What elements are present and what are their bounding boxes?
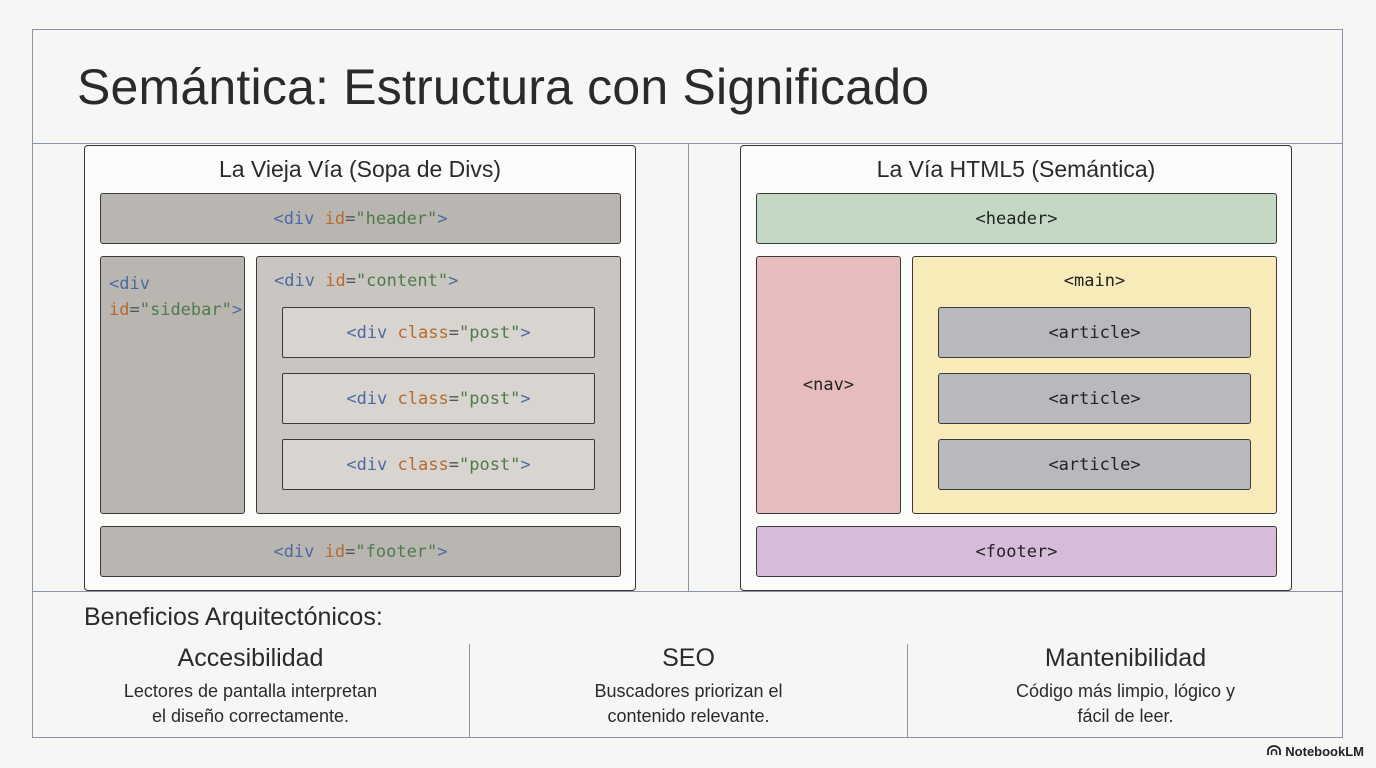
benefit-accessibility: Accesibilidad Lectores de pantalla inter… xyxy=(32,644,469,729)
new-footer-box: <footer> xyxy=(756,526,1277,577)
new-main-box: <main> <article> <article> <article> xyxy=(912,256,1277,514)
benefit-seo: SEO Buscadores priorizan el contenido rel… xyxy=(470,644,907,729)
brand-label: NotebookLM xyxy=(1285,744,1364,759)
old-post-box: <div class="post"> xyxy=(282,439,595,490)
old-way-title: La Vieja Vía (Sopa de Divs) xyxy=(218,156,502,182)
benefit-title: Mantenibilidad xyxy=(1044,644,1207,672)
new-way-title: La Vía HTML5 (Semántica) xyxy=(876,156,1156,182)
new-article-box: <article> xyxy=(938,439,1251,490)
new-nav-box: <nav> xyxy=(756,256,901,514)
notebooklm-logo-icon xyxy=(1267,744,1282,759)
notebooklm-brand: NotebookLM xyxy=(1267,744,1364,759)
new-article-box: <article> xyxy=(938,307,1251,358)
old-post-box: <div class="post"> xyxy=(282,307,595,358)
benefit-maintainability: Mantenibilidad Código más limpio, lógico… xyxy=(907,644,1344,729)
old-post-box: <div class="post"> xyxy=(282,373,595,424)
new-way-panel: La Vía HTML5 (Semántica) <header> <nav> … xyxy=(740,145,1292,591)
new-header-box: <header> xyxy=(756,193,1277,244)
new-article-box: <article> xyxy=(938,373,1251,424)
benefit-description: Lectores de pantalla interpretan el diseñ… xyxy=(123,681,378,726)
benefit-title: SEO xyxy=(662,644,715,672)
old-sidebar-box: <div id="sidebar"> xyxy=(100,256,245,514)
benefit-description: Buscadores priorizan el contenido relevan… xyxy=(594,681,783,726)
benefit-description: Código más limpio, lógico y fácil de leer… xyxy=(1015,681,1236,726)
old-content-box: <div id="content"> <div class="post"> <d… xyxy=(256,256,621,514)
old-header-box: <div id="header"> xyxy=(100,193,621,244)
benefit-title: Accesibilidad xyxy=(177,644,324,672)
divider-bottom xyxy=(32,591,1343,592)
divider-middle xyxy=(688,143,689,592)
slide-title: Semántica: Estructura con Significado xyxy=(77,59,930,115)
benefits-heading: Beneficios Arquitectónicos: xyxy=(84,603,383,631)
old-footer-box: <div id="footer"> xyxy=(100,526,621,577)
old-way-panel: La Vieja Vía (Sopa de Divs) <div id="hea… xyxy=(84,145,636,591)
